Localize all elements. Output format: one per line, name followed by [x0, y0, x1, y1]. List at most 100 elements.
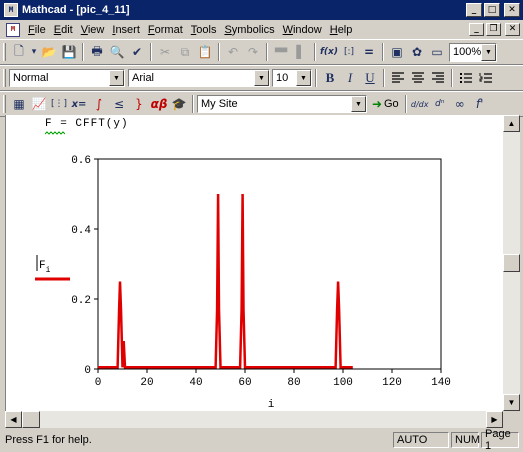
- align-left-icon[interactable]: [388, 68, 408, 88]
- insert-unit-icon[interactable]: [:]: [339, 42, 359, 62]
- nth-derivative-icon[interactable]: dⁿ: [430, 94, 450, 114]
- toolbar-grip[interactable]: [3, 95, 6, 113]
- bullets-icon: [460, 73, 472, 83]
- menu-format[interactable]: Format: [144, 24, 187, 36]
- undo-icon[interactable]: ↶: [223, 42, 243, 62]
- component-icon[interactable]: ▣: [387, 42, 407, 62]
- chevron-down-icon[interactable]: ▼: [109, 70, 124, 86]
- style-select[interactable]: Normal ▼: [9, 69, 125, 87]
- infinity-icon[interactable]: ∞: [450, 94, 470, 114]
- menu-view[interactable]: View: [77, 24, 109, 36]
- chevron-down-icon[interactable]: ▼: [296, 70, 311, 86]
- mathcad-app-icon[interactable]: M: [4, 3, 18, 17]
- print-preview-icon[interactable]: 🔍: [107, 42, 127, 62]
- font-select[interactable]: Arial ▼: [128, 69, 270, 87]
- chevron-down-icon[interactable]: ▼: [351, 96, 366, 112]
- scroll-right-icon[interactable]: ▶: [486, 411, 503, 428]
- menu-help[interactable]: Help: [326, 24, 357, 36]
- region-icon[interactable]: ▭: [427, 42, 447, 62]
- italic-button[interactable]: I: [340, 68, 360, 88]
- align-right-icon[interactable]: [428, 68, 448, 88]
- paste-icon[interactable]: 📋: [195, 42, 215, 62]
- menu-symbolics[interactable]: Symbolics: [220, 24, 278, 36]
- horizontal-scrollbar[interactable]: ◀ ▶: [5, 411, 503, 428]
- go-button[interactable]: ➜ Go: [367, 94, 402, 114]
- zoom-select[interactable]: 100% ▼: [449, 42, 497, 62]
- plot-y-label[interactable]: Fi: [39, 260, 51, 275]
- doc-close-icon[interactable]: ✕: [505, 23, 520, 36]
- insert-function-icon[interactable]: f(x): [319, 42, 339, 62]
- doc-minimize-icon[interactable]: _: [469, 23, 484, 36]
- site-select[interactable]: My Site ▼: [197, 95, 367, 113]
- maximize-icon[interactable]: □: [484, 3, 500, 17]
- redo-icon[interactable]: ↷: [243, 42, 263, 62]
- worksheet-area[interactable]: F = CFFT(y) 0 0.2 0.4 0.6 0 20 40 60 80 100 120 140…: [5, 115, 503, 411]
- align-down-icon[interactable]: ▌: [291, 42, 311, 62]
- close-icon[interactable]: ✕: [504, 3, 520, 17]
- align-right-icon: [432, 72, 444, 83]
- toolbar-grip[interactable]: [3, 43, 6, 61]
- scroll-up-icon[interactable]: ▲: [503, 115, 520, 132]
- x-tick-label: 0: [95, 377, 102, 389]
- go-label: Go: [384, 98, 399, 110]
- cut-icon[interactable]: ✂: [155, 42, 175, 62]
- doc-restore-icon[interactable]: ❐: [486, 23, 501, 36]
- greek-icon[interactable]: αβ: [149, 94, 169, 114]
- font-size-select[interactable]: 10 ▼: [272, 69, 312, 87]
- document-icon[interactable]: M: [6, 22, 20, 37]
- new-dropdown-icon[interactable]: ▾: [29, 42, 39, 62]
- new-document-icon[interactable]: 🗋: [9, 42, 29, 62]
- scroll-left-icon[interactable]: ◀: [5, 411, 22, 428]
- bullets-icon[interactable]: [456, 68, 476, 88]
- bold-button[interactable]: B: [320, 68, 340, 88]
- toolbar-separator: [383, 69, 385, 87]
- y-label-main: F: [39, 260, 46, 272]
- chevron-down-icon[interactable]: ▼: [254, 70, 269, 86]
- document-window-controls: _ ❐ ✕: [469, 23, 523, 36]
- align-across-icon[interactable]: ▀▀: [271, 42, 291, 62]
- spell-check-icon[interactable]: ✔: [127, 42, 147, 62]
- underline-button[interactable]: U: [360, 68, 380, 88]
- plot-x-label[interactable]: i: [268, 399, 275, 411]
- graph-icon[interactable]: 📈: [29, 94, 49, 114]
- copy-icon[interactable]: ⧉: [175, 42, 195, 62]
- matrix-icon[interactable]: [⋮]: [49, 94, 69, 114]
- symbolic-icon[interactable]: 🎓: [169, 94, 189, 114]
- print-icon[interactable]: 🖶: [87, 42, 107, 62]
- x-tick-label: 20: [140, 377, 153, 389]
- toolbar-separator: [192, 95, 194, 113]
- resource-center-icon[interactable]: ✿: [407, 42, 427, 62]
- evaluation-icon[interactable]: x=: [69, 94, 89, 114]
- prime-icon[interactable]: f': [470, 94, 490, 114]
- size-grip[interactable]: [503, 411, 520, 428]
- numbering-icon[interactable]: [476, 68, 496, 88]
- align-left-icon: [392, 72, 404, 83]
- programming-icon[interactable]: }: [129, 94, 149, 114]
- title-bar: M Mathcad - [pic_4_11] _ □ ✕: [0, 0, 523, 20]
- derivative-icon[interactable]: d/dx: [410, 94, 430, 114]
- menu-window[interactable]: Window: [279, 24, 326, 36]
- menu-edit[interactable]: Edit: [50, 24, 77, 36]
- minimize-icon[interactable]: _: [466, 3, 482, 17]
- y-tick-label: 0.4: [71, 225, 91, 237]
- vertical-scroll-thumb[interactable]: [503, 254, 520, 272]
- x-tick-label: 100: [333, 377, 353, 389]
- toolbar-grip[interactable]: [3, 69, 6, 87]
- toolbar-separator: [382, 43, 384, 61]
- scroll-down-icon[interactable]: ▼: [503, 394, 520, 411]
- boolean-icon[interactable]: ≤: [109, 94, 129, 114]
- plot-region[interactable]: 0 0.2 0.4 0.6 0 20 40 60 80 100 120 140 Fi i: [6, 115, 503, 411]
- menu-insert[interactable]: Insert: [108, 24, 144, 36]
- menu-tools[interactable]: Tools: [187, 24, 221, 36]
- vertical-scrollbar[interactable]: ▲ ▼: [503, 115, 520, 411]
- align-center-icon[interactable]: [408, 68, 428, 88]
- calculate-icon[interactable]: =: [359, 42, 379, 62]
- horizontal-scroll-thumb[interactable]: [22, 411, 40, 428]
- open-folder-icon[interactable]: 📂: [39, 42, 59, 62]
- calculus-icon[interactable]: ∫: [89, 94, 109, 114]
- y-tick-label: 0: [84, 365, 91, 377]
- menu-file[interactable]: File: [24, 24, 50, 36]
- calculator-icon[interactable]: ▦: [9, 94, 29, 114]
- save-icon[interactable]: 💾: [59, 42, 79, 62]
- chevron-down-icon[interactable]: ▼: [481, 43, 496, 61]
